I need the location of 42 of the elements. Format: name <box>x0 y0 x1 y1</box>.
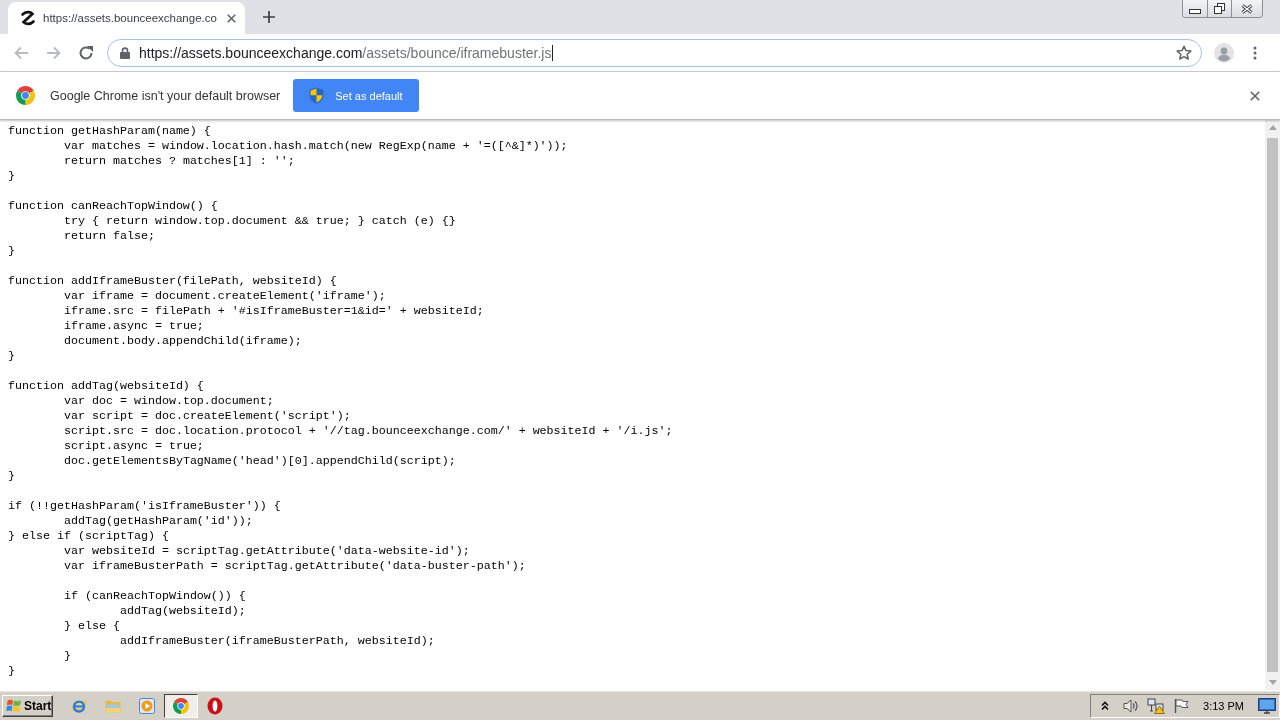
reload-icon[interactable] <box>78 44 94 61</box>
browser-tab[interactable]: https://assets.bounceexchange.co <box>8 2 245 34</box>
lock-icon <box>120 46 130 59</box>
browser-e-icon <box>71 697 87 714</box>
close-icon[interactable] <box>1250 90 1260 101</box>
minimize-icon <box>1189 9 1201 14</box>
start-button[interactable]: Start <box>2 694 53 717</box>
code-text: function getHashParam(name) { var matches = window.location.hash.match(new RegExp(name + '=([^&]*)')); return matches ? matches[1] : ''; } <box>8 124 568 184</box>
folder-icon <box>105 698 121 713</box>
show-desktop-icon[interactable] <box>1258 697 1276 714</box>
avatar-icon[interactable] <box>1214 42 1234 63</box>
text-cursor <box>552 44 554 61</box>
code-text: if (!!getHashParam('isIframeBuster')) { addTag(getHashParam('id')); } else if (scriptTag) { var websiteId = scriptTag.getAttribute('data-website-id'); var iframeBusterPath = scriptTag.getAttribute('data-buster-path'); <box>8 499 526 574</box>
shield-icon <box>309 87 325 104</box>
scroll-thumb[interactable] <box>1267 138 1278 672</box>
code-text: function addTag(websiteId) { var doc = window.top.document; var script = doc.createElement('script'); script.src = doc.location.protocol + '//tag.bounceexchange.com/' + websiteId + '/i.js'; script.async = true; doc.getElementsByTagName('head')[0].appendChild(script); } <box>8 379 673 484</box>
close-icon <box>1241 3 1253 14</box>
double-chevron-icon[interactable] <box>1101 700 1110 711</box>
plus-icon[interactable] <box>263 11 275 23</box>
menu-icon[interactable] <box>1253 45 1257 60</box>
media-play-icon <box>139 697 155 714</box>
code-text: if (canReachTopWindow()) { addTag(websiteId); } else { addIframeBuster(iframeBusterPath, websiteId); } } <box>8 589 435 679</box>
network-warning-icon[interactable] <box>1147 697 1166 714</box>
speaker-icon[interactable] <box>1123 697 1140 714</box>
close-window-button[interactable] <box>1232 0 1262 17</box>
close-icon[interactable] <box>227 13 236 23</box>
restore-button[interactable] <box>1208 0 1232 17</box>
browser-logo-icon <box>16 86 35 105</box>
flag-icon[interactable] <box>1173 697 1190 714</box>
swirl-icon <box>20 10 36 26</box>
infobar-message: Google Chrome isn't your default browser <box>50 88 281 103</box>
taskbar-app-button[interactable] <box>164 693 198 718</box>
clock-time[interactable]: 3:13 PM <box>1203 699 1244 712</box>
four-pane-flag-icon <box>6 698 22 713</box>
set-default-button[interactable]: Set as default <box>293 79 420 112</box>
browser-logo-icon <box>173 697 189 714</box>
code-text: function canReachTopWindow() { try { return window.top.document && true; } catch (e) {} return false; } <box>8 199 456 259</box>
minimize-button[interactable] <box>1183 0 1208 17</box>
restore-icon <box>1214 3 1225 14</box>
code-text: function addIframeBuster(filePath, websiteId) { var iframe = document.createElement('iframe'); iframe.src = filePath + '#isIframeBuster=1&id=' + websiteId; iframe.async = true; document.body.appendChild(iframe); } <box>8 274 484 364</box>
star-icon[interactable] <box>1176 44 1192 61</box>
oval-ring-icon <box>207 696 223 715</box>
